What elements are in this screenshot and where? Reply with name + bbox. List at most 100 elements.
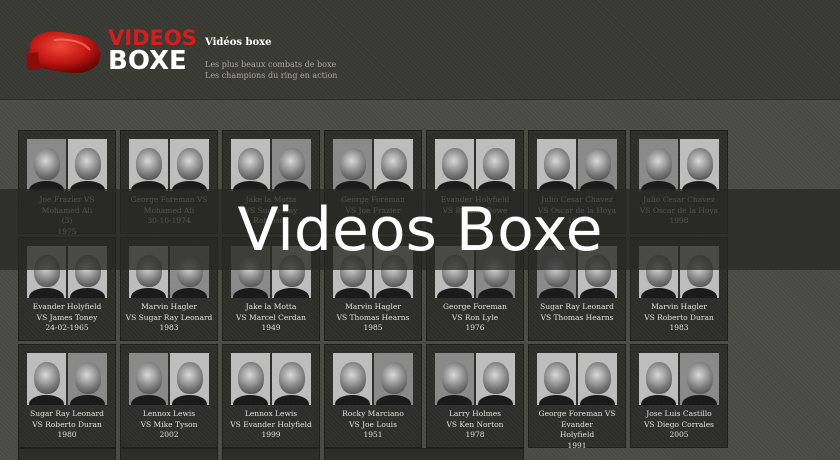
fighter-head	[380, 148, 407, 180]
fighter-head	[237, 362, 264, 394]
tagline-line-2: Les champions du ring en action	[205, 71, 338, 80]
fighter-shoulders	[376, 288, 411, 298]
fighter-shoulders	[233, 395, 268, 405]
caption-line: 1949	[261, 323, 281, 332]
video-card-caption: Lennox Lewis VS Mike Tyson 2002	[124, 409, 214, 441]
fighter-thumbnails	[27, 139, 107, 191]
fighter-head	[543, 362, 570, 394]
fighter-shoulders	[478, 288, 513, 298]
fighter-head	[441, 148, 468, 180]
fighter-photo	[680, 353, 719, 405]
fighter-photo	[435, 353, 474, 405]
fighter-head	[686, 362, 713, 394]
fighter-head	[176, 148, 203, 180]
fighter-thumbnails	[129, 353, 209, 405]
fighter-shoulders	[233, 288, 268, 298]
fighter-photo	[272, 353, 311, 405]
video-card[interactable]: Lennox Lewis VS Evander Holyfield 1999	[222, 344, 320, 448]
fighter-photo	[374, 139, 413, 191]
fighter-thumbnails	[129, 139, 209, 191]
fighter-thumbnails	[537, 139, 617, 191]
caption-line: Marvin Hagler	[345, 302, 401, 311]
caption-line: VS Marcel Cerdan	[236, 312, 306, 322]
fighter-shoulders	[274, 395, 309, 405]
caption-line: VS Roberto Duran	[32, 419, 102, 429]
caption-line: VS Thomas Hearns	[540, 312, 614, 322]
site-title[interactable]: Vidéos boxe	[205, 37, 272, 48]
fighter-thumbnails	[639, 139, 719, 191]
fighter-shoulders	[437, 395, 472, 405]
tagline-line-1: Les plus beaux combats de boxe	[205, 60, 337, 69]
video-grid: Joe Frazier VS Mohamed Ali(3)1975George …	[18, 130, 728, 451]
caption-line: VS Sugar Ray Leonard	[125, 312, 213, 322]
video-card-caption: George Foreman VS Ron Lyle 1976	[430, 302, 520, 334]
fighter-thumbnails	[639, 353, 719, 405]
fighter-thumbnails	[435, 139, 515, 191]
fighter-head	[645, 148, 672, 180]
fighter-head	[33, 148, 60, 180]
video-card[interactable]: Rocky Marciano VS Joe Louis 1951	[324, 344, 422, 448]
caption-line: Jose Luis Castillo	[646, 409, 712, 418]
fighter-photo	[68, 353, 107, 405]
caption-line: 1978	[465, 430, 485, 439]
video-card-partial[interactable]	[222, 448, 320, 460]
video-card-caption: Marvin Hagler VS Roberto Duran 1983	[634, 302, 724, 334]
caption-line: VS Evander Holyfield	[230, 419, 312, 429]
fighter-shoulders	[335, 288, 370, 298]
video-card-partial[interactable]	[120, 448, 218, 460]
fighter-thumbnails	[231, 353, 311, 405]
caption-line: 1980	[57, 430, 77, 439]
video-card-partial[interactable]	[324, 448, 524, 460]
fighter-head	[176, 362, 203, 394]
fighter-shoulders	[682, 395, 717, 405]
fighter-shoulders	[131, 288, 166, 298]
caption-line: VS Roberto Duran	[644, 312, 714, 322]
fighter-head	[380, 362, 407, 394]
video-card-caption: Evander Holyfield VS James Toney 24-02-196…	[22, 302, 112, 334]
caption-line: VS Thomas Hearns	[336, 312, 410, 322]
video-card[interactable]: Lennox Lewis VS Mike Tyson 2002	[120, 344, 218, 448]
fighter-shoulders	[580, 395, 615, 405]
fighter-head	[543, 148, 570, 180]
caption-line: 1991	[567, 440, 587, 450]
fighter-shoulders	[172, 395, 207, 405]
caption-line: Lennox Lewis	[142, 409, 196, 418]
video-card[interactable]: Jose Luis Castillo VS Diego Corrales 2005	[630, 344, 728, 448]
fighter-photo	[374, 353, 413, 405]
video-card[interactable]: George Foreman VS Evander Holyfield 1991	[528, 344, 626, 451]
caption-line: VS Ken Norton	[446, 419, 504, 429]
fighter-thumbnails	[435, 353, 515, 405]
fighter-photo	[27, 353, 66, 405]
fighter-head	[33, 362, 60, 394]
fighter-shoulders	[335, 395, 370, 405]
boxing-glove-icon	[26, 31, 101, 74]
fighter-thumbnails	[231, 139, 311, 191]
site-header: VIDEOS BOXE Vidéos boxe Les plus beaux c…	[0, 0, 840, 100]
site-logo[interactable]: VIDEOS BOXE	[24, 24, 197, 78]
fighter-head	[339, 362, 366, 394]
caption-line: VS Diego Corrales	[643, 419, 715, 429]
caption-line: 2005	[669, 430, 689, 439]
fighter-shoulders	[539, 288, 574, 298]
fighter-photo	[129, 139, 168, 191]
fighter-thumbnails	[537, 353, 617, 405]
video-card-caption: Sugar Ray Leonard VS Thomas Hearns	[532, 302, 622, 334]
video-card[interactable]: Larry Holmes VS Ken Norton 1978	[426, 344, 524, 448]
fighter-shoulders	[641, 395, 676, 405]
fighter-photo	[680, 139, 719, 191]
fighter-shoulders	[70, 395, 105, 405]
caption-line: Sugar Ray Leonard	[540, 302, 614, 311]
video-card-partial[interactable]	[18, 448, 116, 460]
caption-line: 24-02-1965	[45, 323, 89, 332]
caption-line: 1983	[669, 323, 689, 332]
fighter-thumbnails	[27, 353, 107, 405]
video-card-caption: Rocky Marciano VS Joe Louis 1951	[328, 409, 418, 441]
fighter-photo	[272, 139, 311, 191]
caption-line: Sugar Ray Leonard	[30, 409, 104, 418]
caption-line: George Foreman VS Evander	[538, 409, 616, 429]
video-card-caption: Larry Holmes VS Ken Norton 1978	[430, 409, 520, 441]
video-card-caption: Lennox Lewis VS Evander Holyfield 1999	[226, 409, 316, 441]
video-card[interactable]: Sugar Ray Leonard VS Roberto Duran 1980	[18, 344, 116, 448]
video-card-caption: George Foreman VS Evander Holyfield 1991	[532, 409, 622, 451]
fighter-head	[482, 362, 509, 394]
